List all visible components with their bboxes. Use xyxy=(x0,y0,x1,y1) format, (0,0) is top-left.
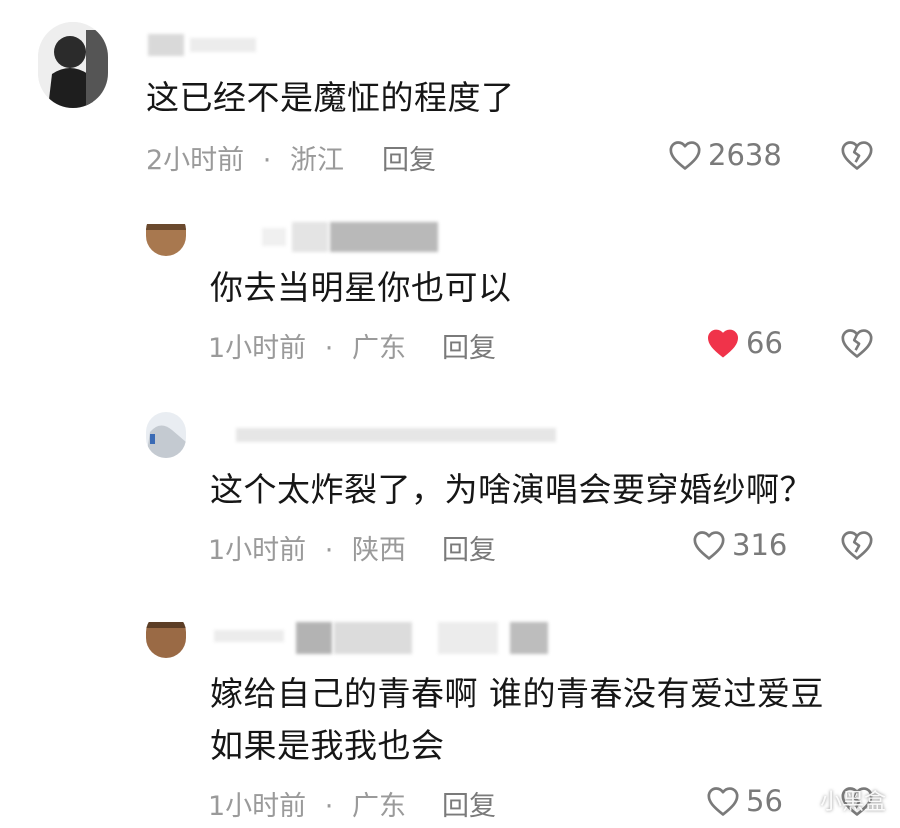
username-blurred[interactable] xyxy=(148,34,184,56)
meta-separator: · xyxy=(324,333,334,364)
reply-button[interactable]: 回复 xyxy=(442,528,496,567)
comment-location: 广东 xyxy=(351,333,406,364)
avatar[interactable] xyxy=(146,412,186,458)
username-blurred xyxy=(296,622,332,654)
watermark-text: 小黑盒 xyxy=(819,790,886,815)
username-blurred xyxy=(334,622,412,654)
comment-text: 你去当明星你也可以 xyxy=(210,268,512,307)
broken-heart-icon xyxy=(841,329,873,358)
broken-heart-icon xyxy=(841,141,873,170)
username-blurred xyxy=(510,622,548,654)
comment-time: 2小时前 xyxy=(146,145,245,176)
comment-meta: 1小时前 · 广东 xyxy=(208,326,406,365)
username-blurred xyxy=(330,222,438,252)
dislike-button[interactable] xyxy=(840,139,874,175)
like-button[interactable]: 66 xyxy=(706,326,783,360)
comment-time: 1小时前 xyxy=(208,535,307,566)
heart-outline-icon xyxy=(707,787,739,816)
like-count: 316 xyxy=(732,528,788,562)
heybox-logo-icon xyxy=(793,790,814,810)
avatar-image xyxy=(38,22,108,108)
avatar-image xyxy=(146,412,186,458)
comment-location: 陕西 xyxy=(351,535,406,566)
dislike-button[interactable] xyxy=(840,327,874,363)
username-blurred xyxy=(262,228,286,246)
like-count: 56 xyxy=(746,784,783,818)
heart-filled-icon xyxy=(707,329,739,358)
comment-location: 广东 xyxy=(351,791,406,822)
avatar[interactable] xyxy=(146,612,186,658)
comment-text-line-2: 如果是我我也会 xyxy=(210,726,445,765)
watermark: 小黑盒 xyxy=(792,784,886,816)
heart-outline-icon xyxy=(669,141,701,170)
comment-time: 1小时前 xyxy=(208,333,307,364)
like-button[interactable]: 56 xyxy=(706,784,783,818)
reply-button[interactable]: 回复 xyxy=(382,138,436,177)
comment-time: 1小时前 xyxy=(208,791,307,822)
reply-button[interactable]: 回复 xyxy=(442,326,496,365)
comment-location: 浙江 xyxy=(289,145,344,176)
avatar[interactable] xyxy=(38,22,108,108)
username-blurred[interactable] xyxy=(292,222,328,252)
meta-separator: · xyxy=(262,145,272,176)
comment-text: 这已经不是魔怔的程度了 xyxy=(146,78,515,117)
like-button[interactable]: 2638 xyxy=(668,138,782,172)
comment-meta: 2小时前 · 浙江 xyxy=(146,138,344,177)
comment-meta: 1小时前 · 陕西 xyxy=(208,528,406,567)
heart-outline-icon xyxy=(693,531,725,560)
username-blurred[interactable] xyxy=(214,630,284,642)
broken-heart-icon xyxy=(841,531,873,560)
comment-text: 这个太炸裂了，为啥演唱会要穿婚纱啊？ xyxy=(210,470,813,509)
like-count: 66 xyxy=(746,326,783,360)
username-blurred xyxy=(190,38,256,52)
avatar-image xyxy=(146,612,186,658)
dislike-button[interactable] xyxy=(840,529,874,565)
username-blurred[interactable] xyxy=(236,428,556,442)
comment-text-line-1: 嫁给自己的青春啊 谁的青春没有爱过爱豆 xyxy=(210,674,824,713)
avatar[interactable] xyxy=(146,210,186,256)
username-blurred xyxy=(438,622,498,654)
avatar-image xyxy=(146,210,186,256)
reply-button[interactable]: 回复 xyxy=(442,784,496,823)
meta-separator: · xyxy=(324,535,334,566)
meta-separator: · xyxy=(324,791,334,822)
like-button[interactable]: 316 xyxy=(692,528,787,562)
comment-meta: 1小时前 · 广东 xyxy=(208,784,406,823)
like-count: 2638 xyxy=(708,138,782,172)
